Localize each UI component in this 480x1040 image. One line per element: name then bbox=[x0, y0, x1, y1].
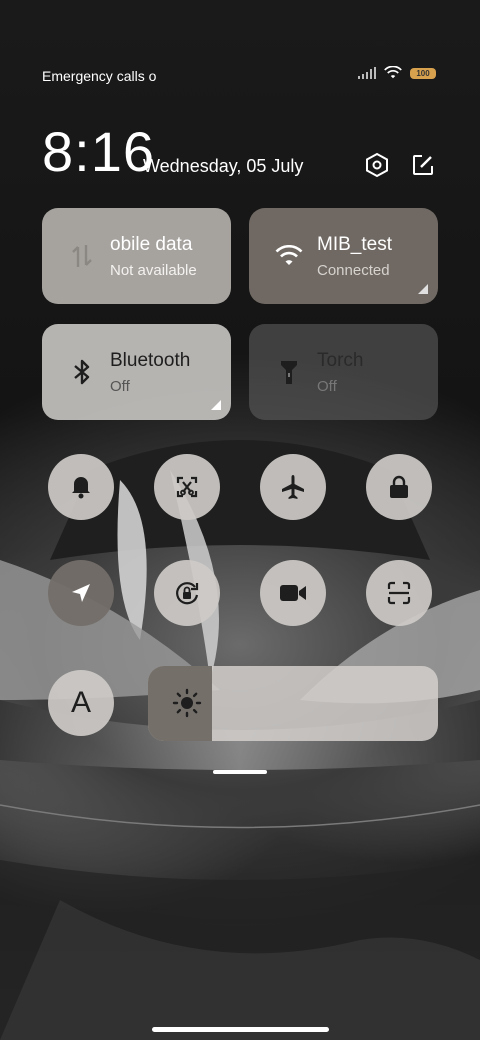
wifi-status-icon bbox=[384, 66, 402, 79]
hexagon-settings-icon bbox=[366, 152, 388, 178]
tile-bluetooth-status: Off bbox=[110, 377, 130, 395]
tile-wifi-title: MIB_test bbox=[317, 233, 392, 255]
toggle-screen-record[interactable] bbox=[260, 560, 326, 626]
tile-torch-title: Torch bbox=[317, 349, 364, 371]
tile-mobile-data[interactable]: obile data Not available bbox=[42, 208, 231, 304]
signal-icon bbox=[358, 67, 376, 79]
settings-button[interactable] bbox=[362, 150, 392, 180]
tile-mobile-data-status: Not available bbox=[110, 261, 197, 279]
bell-icon bbox=[72, 477, 90, 499]
font-icon: A bbox=[70, 686, 91, 719]
home-gesture-bar[interactable] bbox=[152, 1027, 329, 1032]
edit-icon bbox=[413, 155, 433, 175]
expand-corner-icon[interactable] bbox=[418, 284, 428, 294]
toggle-font-size[interactable]: A bbox=[48, 670, 114, 736]
tile-bluetooth-title: Bluetooth bbox=[110, 349, 191, 371]
rotation-lock-icon bbox=[176, 582, 199, 605]
tile-torch[interactable]: Torch Off bbox=[249, 324, 438, 420]
location-icon bbox=[72, 584, 90, 602]
scan-icon bbox=[387, 581, 411, 605]
clock-time: 8:16 bbox=[42, 120, 155, 183]
tile-wifi-status: Connected bbox=[317, 261, 390, 279]
toggle-lock-screen[interactable] bbox=[366, 454, 432, 520]
edit-button[interactable] bbox=[408, 150, 438, 180]
toggle-airplane[interactable] bbox=[260, 454, 326, 520]
toggle-silent[interactable] bbox=[48, 454, 114, 520]
tile-mobile-data-title: obile data bbox=[110, 233, 193, 255]
tile-torch-status: Off bbox=[317, 377, 337, 395]
toggle-rotation-lock[interactable] bbox=[154, 560, 220, 626]
status-carrier-text: Emergency calls o bbox=[42, 68, 157, 84]
toggle-location[interactable] bbox=[48, 560, 114, 626]
brightness-slider[interactable] bbox=[148, 666, 438, 741]
expand-corner-icon[interactable] bbox=[211, 400, 221, 410]
lock-icon bbox=[390, 475, 408, 498]
torch-icon bbox=[275, 358, 303, 386]
clock-date: Wednesday, 05 July bbox=[143, 156, 304, 176]
battery-indicator: 100 bbox=[410, 67, 436, 79]
panel-drag-handle[interactable] bbox=[213, 770, 267, 774]
tile-bluetooth[interactable]: Bluetooth Off bbox=[42, 324, 231, 420]
bluetooth-icon bbox=[68, 358, 96, 386]
brightness-icon bbox=[172, 688, 202, 718]
mobile-data-icon bbox=[68, 242, 96, 270]
video-camera-icon bbox=[280, 585, 306, 601]
screenshot-icon bbox=[176, 476, 198, 498]
toggle-screenshot[interactable] bbox=[154, 454, 220, 520]
status-icons: 100 bbox=[358, 66, 436, 80]
tile-wifi[interactable]: MIB_test Connected bbox=[249, 208, 438, 304]
toggle-scanner[interactable] bbox=[366, 560, 432, 626]
airplane-icon bbox=[282, 475, 304, 499]
wifi-icon bbox=[275, 242, 303, 270]
